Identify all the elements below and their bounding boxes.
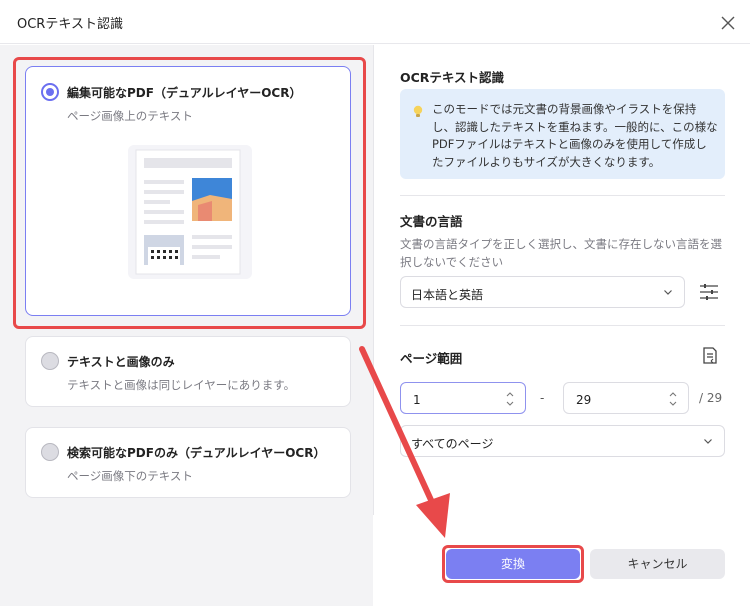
option-title: テキストと画像のみ (67, 355, 175, 369)
page-total: / 29 (699, 391, 723, 405)
section-divider (400, 195, 725, 196)
page-scope-value: すべてのページ (411, 437, 494, 451)
close-button[interactable] (716, 11, 740, 35)
stepper-icon[interactable] (505, 388, 515, 410)
option-editable-pdf[interactable]: 編集可能なPDF（デュアルレイヤーOCR） ページ画像上のテキスト (25, 66, 351, 316)
sliders-icon (700, 284, 718, 300)
page-from-value: 1 (413, 393, 421, 407)
radio-unselected[interactable] (41, 443, 59, 461)
chevron-down-icon (664, 290, 672, 295)
page-from-field[interactable]: 1 (400, 382, 526, 414)
lightbulb-icon (413, 105, 423, 117)
range-separator: - (540, 391, 545, 405)
cancel-button[interactable]: キャンセル (590, 549, 725, 579)
option-title: 検索可能なPDFのみ（デュアルレイヤーOCR） (67, 446, 326, 460)
section-divider (400, 325, 725, 326)
info-text: このモードでは元文書の背景画像やイラストを保持し、認識したテキストを重ねます。一… (432, 102, 718, 169)
page-range-title: ページ範囲 (400, 351, 463, 366)
page-to-field[interactable]: 29 (563, 382, 689, 414)
language-help-text: 文書の言語タイプを正しく選択し、文書に存在しない言語を選択しないでください (400, 237, 722, 269)
radio-unselected[interactable] (41, 352, 59, 370)
document-preview-illustration (128, 145, 252, 279)
document-swap-icon (703, 347, 717, 364)
page-range-tool-button[interactable] (699, 345, 721, 367)
language-settings-button[interactable] (697, 281, 721, 303)
language-section-title: 文書の言語 (400, 214, 463, 229)
convert-button[interactable]: 変換 (446, 549, 580, 579)
chevron-down-icon (704, 439, 712, 444)
panel-divider (373, 45, 374, 515)
option-description: ページ画像下のテキスト (67, 469, 193, 483)
option-description: テキストと画像は同じレイヤーにあります。 (67, 378, 296, 392)
option-text-and-image[interactable]: テキストと画像のみ テキストと画像は同じレイヤーにあります。 (25, 336, 351, 407)
option-title: 編集可能なPDF（デュアルレイヤーOCR） (67, 86, 302, 100)
page-to-value: 29 (576, 393, 592, 407)
language-select-value: 日本語と英語 (411, 288, 484, 302)
radio-selected[interactable] (41, 83, 59, 101)
dialog-title: OCRテキスト認識 (17, 17, 123, 32)
option-searchable-pdf[interactable]: 検索可能なPDFのみ（デュアルレイヤーOCR） ページ画像下のテキスト (25, 427, 351, 498)
title-bar: OCRテキスト認識 (0, 0, 750, 44)
stepper-icon[interactable] (668, 388, 678, 410)
language-select[interactable]: 日本語と英語 (400, 276, 685, 308)
page-scope-select[interactable]: すべてのページ (400, 425, 725, 457)
info-box: このモードでは元文書の背景画像やイラストを保持し、認識したテキストを重ねます。一… (400, 89, 725, 179)
ocr-section-title: OCRテキスト認識 (400, 70, 505, 85)
option-description: ページ画像上のテキスト (67, 109, 193, 123)
close-icon (721, 16, 735, 30)
